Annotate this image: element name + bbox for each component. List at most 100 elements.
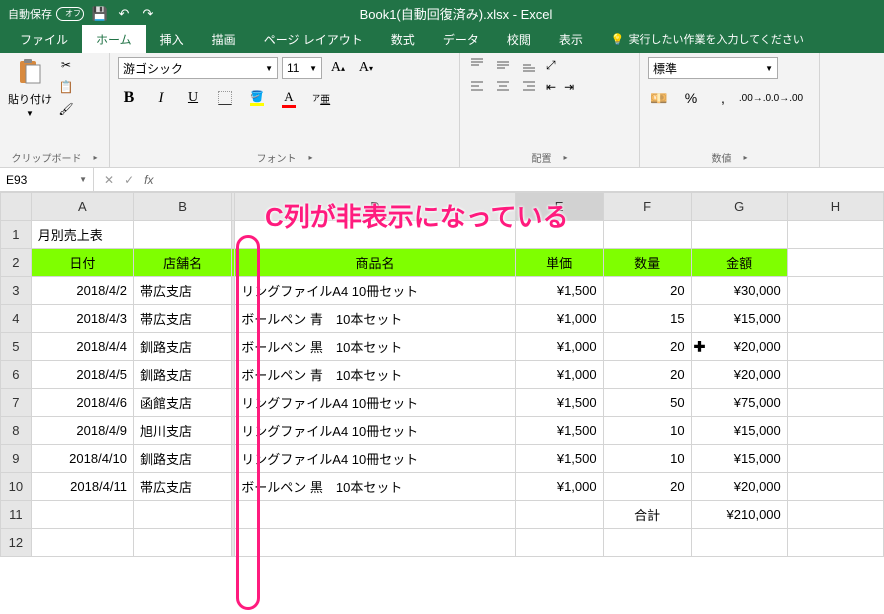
tab-insert[interactable]: 挿入 <box>146 25 198 53</box>
cell[interactable]: 釧路支店 <box>134 333 232 361</box>
cell[interactable]: ¥20,000 <box>691 473 787 501</box>
cell[interactable] <box>787 249 883 277</box>
select-all-corner[interactable] <box>1 193 32 221</box>
cell[interactable] <box>603 221 691 249</box>
cell[interactable] <box>787 473 883 501</box>
cell[interactable] <box>691 529 787 557</box>
row-header[interactable]: 3 <box>1 277 32 305</box>
tab-formulas[interactable]: 数式 <box>377 25 429 53</box>
cell[interactable] <box>787 529 883 557</box>
tab-review[interactable]: 校閲 <box>493 25 545 53</box>
tab-view[interactable]: 表示 <box>545 25 597 53</box>
cell[interactable]: ✚¥20,000 <box>691 333 787 361</box>
cell[interactable]: ボールペン 青 10本セット <box>235 305 515 333</box>
underline-button[interactable]: U <box>182 87 204 109</box>
cell[interactable]: ボールペン 黒 10本セット <box>235 333 515 361</box>
cell[interactable]: ¥1,500 <box>515 389 603 417</box>
increase-font-icon[interactable]: A▴ <box>326 57 350 79</box>
cell[interactable] <box>515 529 603 557</box>
cell[interactable] <box>134 529 232 557</box>
cell[interactable]: 金額 <box>691 249 787 277</box>
cell[interactable]: 20 <box>603 473 691 501</box>
cell[interactable]: ボールペン 青 10本セット <box>235 361 515 389</box>
undo-icon[interactable]: ↶ <box>116 6 132 22</box>
format-painter-icon[interactable]: 🖌 <box>58 101 74 117</box>
paste-button[interactable]: 貼り付け ▼ <box>8 57 52 118</box>
cell[interactable]: 2018/4/9 <box>31 417 133 445</box>
cell[interactable]: 旭川支店 <box>134 417 232 445</box>
cell[interactable] <box>787 305 883 333</box>
cell[interactable] <box>603 529 691 557</box>
row-header[interactable]: 11 <box>1 501 32 529</box>
cell[interactable] <box>691 221 787 249</box>
tab-pagelayout[interactable]: ページ レイアウト <box>250 25 377 53</box>
row-header[interactable]: 5 <box>1 333 32 361</box>
bold-button[interactable]: B <box>118 87 140 109</box>
row-header[interactable]: 2 <box>1 249 32 277</box>
cell[interactable]: ¥30,000 <box>691 277 787 305</box>
align-bottom-icon[interactable] <box>520 57 538 73</box>
cell[interactable]: 日付 <box>31 249 133 277</box>
fill-color-button[interactable]: 🪣 <box>246 87 268 109</box>
cell[interactable] <box>31 529 133 557</box>
decrease-font-icon[interactable]: A▾ <box>354 57 378 79</box>
cell[interactable] <box>134 501 232 529</box>
dialog-launcher-icon[interactable]: ▸ <box>743 153 747 162</box>
border-button[interactable] <box>214 87 236 109</box>
cut-icon[interactable]: ✂ <box>58 57 74 73</box>
increase-indent-icon[interactable]: ⇥ <box>564 80 574 94</box>
align-middle-icon[interactable] <box>494 57 512 73</box>
cell[interactable]: リングファイルA4 10冊セット <box>235 389 515 417</box>
align-center-icon[interactable] <box>494 79 512 95</box>
cell[interactable]: ¥20,000 <box>691 361 787 389</box>
cell[interactable]: 函館支店 <box>134 389 232 417</box>
col-header-G[interactable]: G <box>691 193 787 221</box>
tell-me[interactable]: 💡 実行したい作業を入力してください <box>597 25 818 53</box>
row-header[interactable]: 9 <box>1 445 32 473</box>
cell[interactable]: 帯広支店 <box>134 305 232 333</box>
cell[interactable]: 10 <box>603 417 691 445</box>
accounting-format-icon[interactable]: 💴 <box>648 87 670 109</box>
cell[interactable]: 商品名 <box>235 249 515 277</box>
enter-icon[interactable]: ✓ <box>124 173 134 187</box>
cell[interactable]: ¥1,500 <box>515 445 603 473</box>
cell[interactable] <box>787 501 883 529</box>
increase-decimal-icon[interactable]: .00→.0 <box>744 87 766 109</box>
cell[interactable]: 15 <box>603 305 691 333</box>
col-header-H[interactable]: H <box>787 193 883 221</box>
name-box[interactable]: E93▼ <box>0 168 94 191</box>
cell[interactable] <box>787 445 883 473</box>
cell[interactable]: 20 <box>603 333 691 361</box>
cell[interactable]: ¥1,500 <box>515 417 603 445</box>
cancel-icon[interactable]: ✕ <box>104 173 114 187</box>
tab-file[interactable]: ファイル <box>6 25 82 53</box>
percent-icon[interactable]: % <box>680 87 702 109</box>
align-right-icon[interactable] <box>520 79 538 95</box>
cell[interactable] <box>787 333 883 361</box>
tab-draw[interactable]: 描画 <box>198 25 250 53</box>
tab-home[interactable]: ホーム <box>82 25 146 53</box>
cell[interactable]: 20 <box>603 277 691 305</box>
dialog-launcher-icon[interactable]: ▸ <box>93 153 97 162</box>
comma-icon[interactable]: , <box>712 87 734 109</box>
spreadsheet[interactable]: A B D E F G H 1 月別売上表 2 日付 店舗名 商品名 単価 数量… <box>0 192 884 557</box>
cell[interactable]: リングファイルA4 10冊セット <box>235 277 515 305</box>
cell[interactable] <box>235 529 515 557</box>
cell[interactable] <box>515 501 603 529</box>
cell[interactable]: 月別売上表 <box>31 221 133 249</box>
cell[interactable]: 2018/4/3 <box>31 305 133 333</box>
cell[interactable]: 2018/4/4 <box>31 333 133 361</box>
cell[interactable]: 2018/4/2 <box>31 277 133 305</box>
decrease-indent-icon[interactable]: ⇤ <box>546 80 556 94</box>
row-header[interactable]: 1 <box>1 221 32 249</box>
row-header[interactable]: 4 <box>1 305 32 333</box>
cell[interactable]: ¥15,000 <box>691 305 787 333</box>
decrease-decimal-icon[interactable]: .0→.00 <box>776 87 798 109</box>
number-format-select[interactable]: 標準▼ <box>648 57 778 79</box>
dialog-launcher-icon[interactable]: ▸ <box>308 153 312 162</box>
cell[interactable]: ¥1,500 <box>515 277 603 305</box>
row-header[interactable]: 12 <box>1 529 32 557</box>
font-size-select[interactable]: 11▼ <box>282 57 322 79</box>
col-header-B[interactable]: B <box>134 193 232 221</box>
col-header-A[interactable]: A <box>31 193 133 221</box>
